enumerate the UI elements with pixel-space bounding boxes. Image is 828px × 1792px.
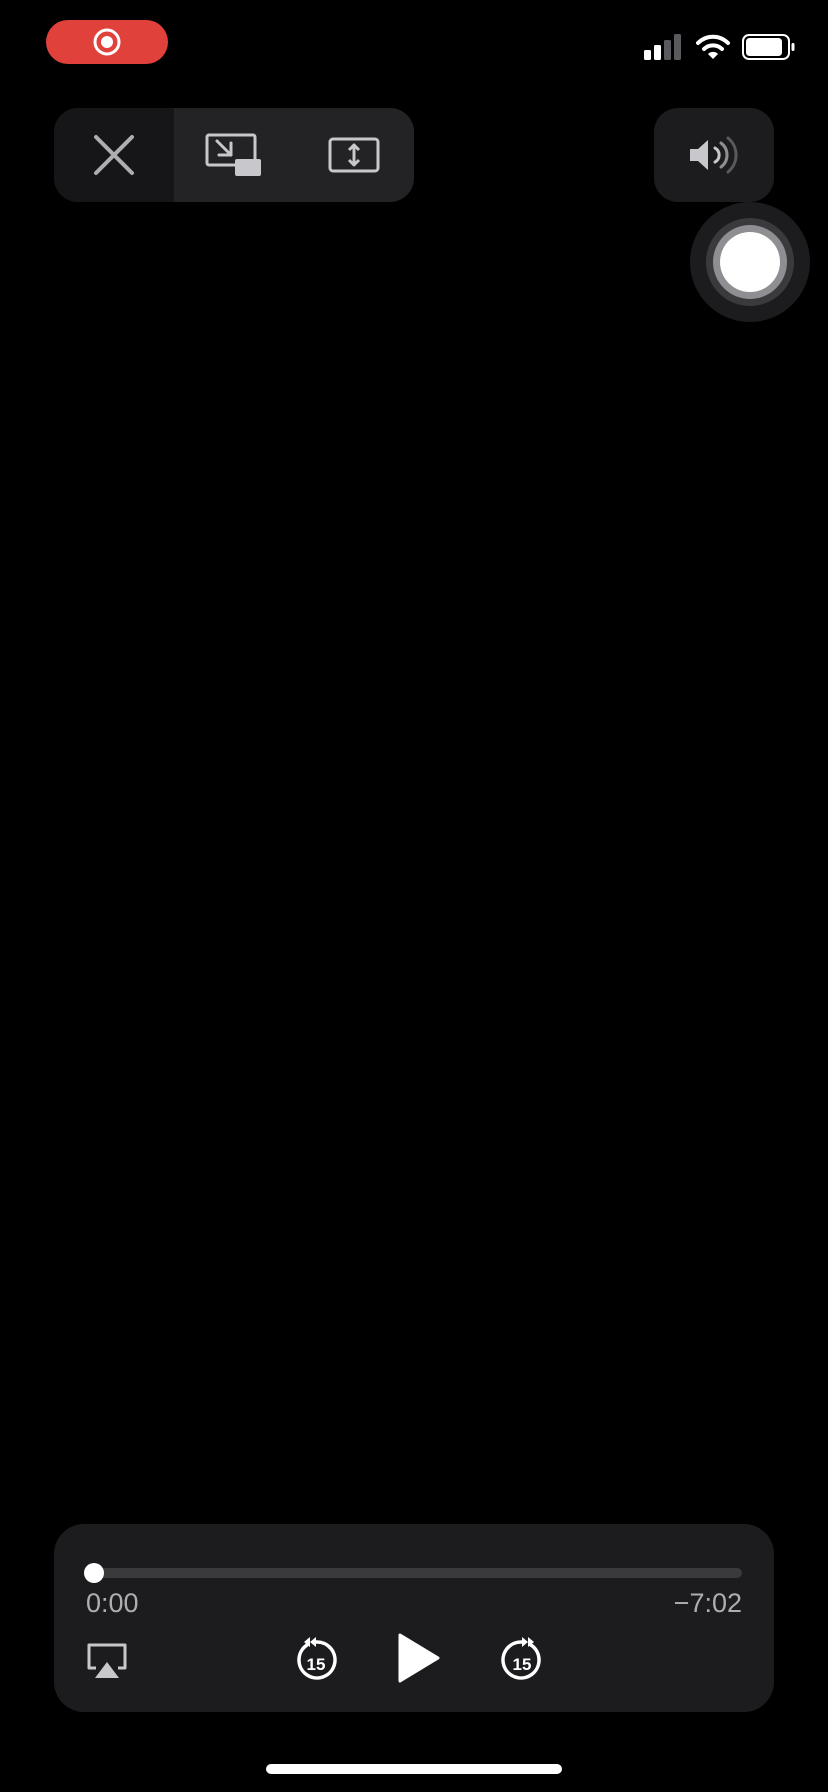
remaining-time: −7:02 — [673, 1588, 742, 1618]
battery-icon — [742, 34, 795, 60]
aspect-fit-button[interactable] — [294, 108, 414, 202]
assistive-touch-core — [720, 232, 780, 292]
skip-forward-label: 15 — [513, 1655, 532, 1674]
scrubber-thumb[interactable] — [84, 1563, 104, 1583]
cellular-signal-icon — [644, 34, 681, 60]
play-icon — [398, 1633, 440, 1683]
skip-back-icon: 15 — [297, 1637, 337, 1680]
elapsed-time: 0:00 — [86, 1588, 139, 1618]
assistive-touch-ring — [713, 225, 787, 299]
scrubber-track[interactable] — [84, 1563, 742, 1583]
screen-record-icon — [93, 28, 121, 56]
skip-forward-icon: 15 — [501, 1637, 541, 1680]
skip-forward-button[interactable]: 15 — [492, 1630, 552, 1690]
wifi-icon — [696, 34, 730, 59]
airplay-button[interactable] — [82, 1636, 132, 1686]
volume-button[interactable] — [654, 108, 774, 202]
speaker-volume-icon — [690, 136, 738, 174]
close-button[interactable] — [54, 108, 174, 202]
video-top-controls — [54, 108, 414, 202]
picture-in-picture-icon — [205, 133, 261, 176]
assistive-touch-button[interactable] — [690, 202, 810, 322]
skip-back-label: 15 — [307, 1655, 326, 1674]
screen-recording-indicator[interactable] — [46, 20, 168, 64]
assistive-touch-icon — [706, 218, 794, 306]
airplay-icon — [87, 1643, 127, 1678]
playback-controls-panel: 0:00 −7:02 15 15 — [54, 1524, 774, 1712]
play-button[interactable] — [386, 1626, 450, 1690]
skip-back-button[interactable]: 15 — [286, 1630, 346, 1690]
close-icon — [94, 135, 134, 175]
aspect-fit-icon — [328, 137, 380, 173]
home-indicator[interactable] — [266, 1764, 562, 1774]
picture-in-picture-button[interactable] — [174, 108, 294, 202]
status-bar-right — [644, 34, 796, 60]
